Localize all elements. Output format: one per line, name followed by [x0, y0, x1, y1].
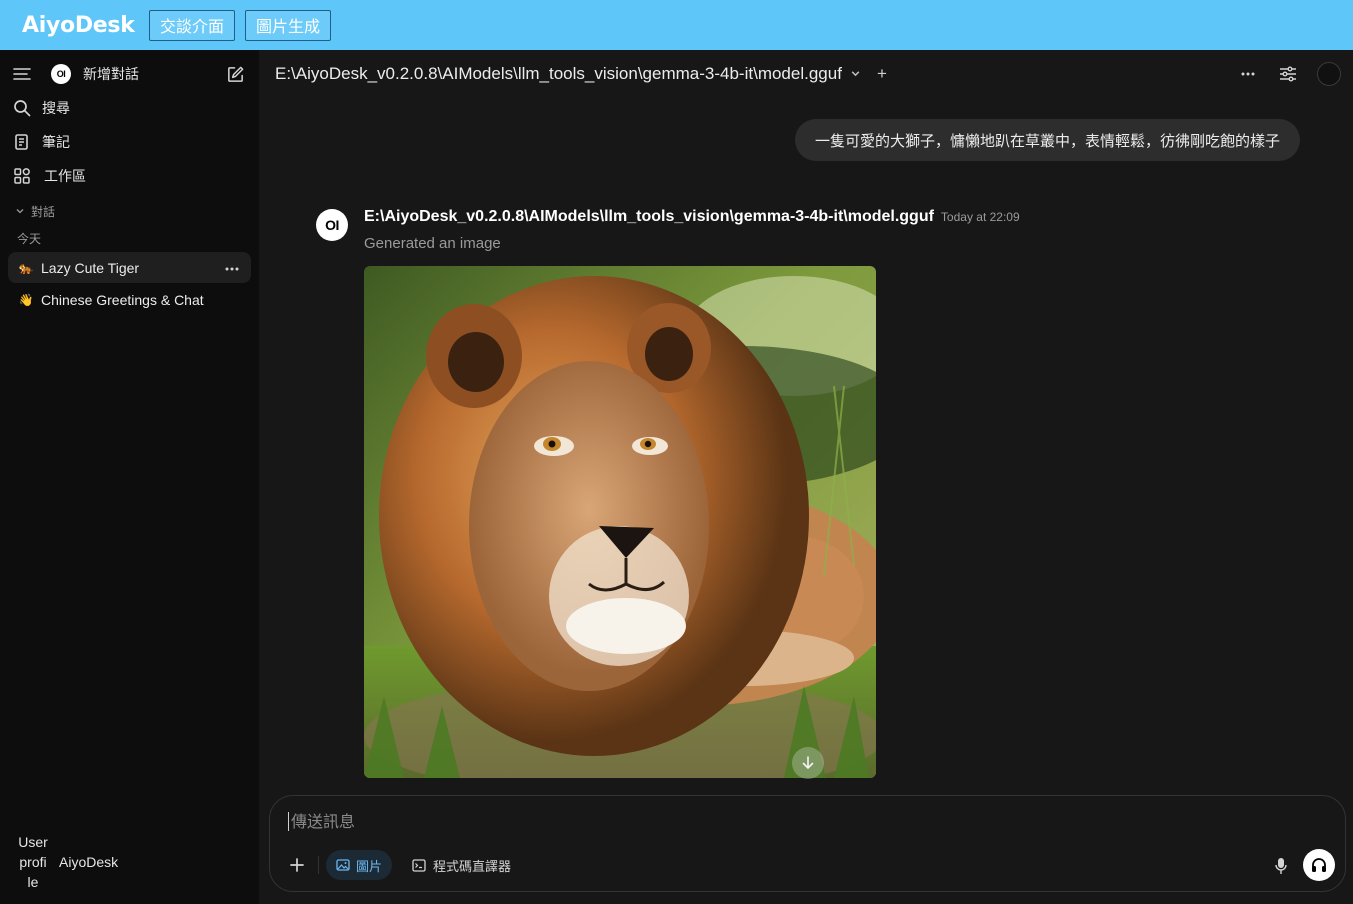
image-toggle-button[interactable]: 圖片: [326, 850, 393, 880]
user-message: 一隻可愛的大獅子，慵懶地趴在草叢中，表情輕鬆，彷彿剛吃飽的樣子: [794, 119, 1300, 161]
avatar: User profi le: [16, 832, 50, 892]
chevron-down-icon: [850, 64, 861, 84]
message-composer: 圖片 程式碼直譯器: [269, 795, 1346, 892]
message-input[interactable]: [288, 812, 1188, 831]
add-attachment-button[interactable]: [286, 854, 308, 876]
assistant-avatar: OI: [316, 209, 348, 241]
plus-icon: [290, 858, 304, 872]
divider: [318, 856, 319, 874]
voice-mode-button[interactable]: [1303, 849, 1335, 881]
profile-avatar[interactable]: [1317, 62, 1341, 86]
chat-emoji: 🐅: [18, 260, 34, 275]
controls-sliders-icon[interactable]: [1277, 63, 1299, 85]
sidebar-item-workspace[interactable]: 工作區: [12, 166, 86, 186]
user-menu[interactable]: User profi le AiyoDesk: [16, 832, 118, 892]
avatar-alt-text: le: [27, 874, 39, 890]
message-timestamp: Today at 22:09: [940, 210, 1020, 224]
grid-icon: [12, 166, 32, 186]
scroll-to-bottom-button[interactable]: [792, 747, 824, 779]
sidebar-item-label: 搜尋: [42, 100, 70, 116]
chat-title: Chinese Greetings & Chat: [41, 291, 204, 308]
more-options-icon[interactable]: [225, 258, 239, 274]
code-interpreter-button[interactable]: 程式碼直譯器: [412, 850, 511, 880]
app-topbar: AiyoDesk 交談介面 圖片生成: [0, 0, 1353, 50]
image-toggle-label: 圖片: [356, 858, 383, 874]
sidebar-item-label: 筆記: [42, 134, 70, 150]
today-label: 今天: [17, 232, 42, 246]
search-icon: [12, 98, 32, 118]
chat-emoji: 👋: [18, 292, 34, 307]
chat-item[interactable]: 🐅 Lazy Cute Tiger: [8, 252, 251, 283]
chat-title: Lazy Cute Tiger: [41, 259, 140, 276]
dictate-button[interactable]: [1271, 855, 1291, 877]
conversations-label: 對話: [31, 205, 56, 219]
code-interpreter-label: 程式碼直譯器: [433, 858, 512, 874]
sidebar-item-label: 工作區: [44, 168, 86, 184]
header-actions: [1237, 62, 1341, 86]
add-model-button[interactable]: +: [877, 64, 887, 84]
chat-item[interactable]: 👋 Chinese Greetings & Chat: [8, 284, 251, 315]
new-chat-button[interactable]: [225, 64, 245, 84]
arrow-down-icon: [802, 756, 814, 770]
chat-interface-button[interactable]: 交談介面: [149, 9, 236, 41]
openwebui-logo: OI: [51, 64, 71, 84]
terminal-icon: [412, 858, 426, 872]
avatar-alt-text: profi: [19, 854, 47, 870]
assistant-header: E:\AiyoDesk_v0.2.0.8\AIModels\llm_tools_…: [364, 208, 1020, 226]
more-options-icon[interactable]: [1237, 63, 1259, 85]
user-name: AiyoDesk: [59, 854, 119, 870]
model-path: E:\AiyoDesk_v0.2.0.8\AIModels\llm_tools_…: [275, 64, 842, 83]
menu-icon: [12, 64, 32, 84]
image-generation-button[interactable]: 圖片生成: [245, 9, 332, 41]
conversations-section-toggle[interactable]: 對話: [15, 203, 55, 220]
model-selector[interactable]: E:\AiyoDesk_v0.2.0.8\AIModels\llm_tools_…: [275, 64, 887, 84]
new-chat-item[interactable]: OI 新增對話: [51, 64, 139, 84]
sidebar: OI 新增對話 搜尋 筆記 工作區 對話 今天 🐅 Lazy Cute Tige…: [0, 50, 259, 904]
new-chat-label: 新增對話: [83, 66, 139, 82]
main-panel: E:\AiyoDesk_v0.2.0.8\AIModels\llm_tools_…: [259, 50, 1353, 904]
avatar-alt-text: User: [18, 834, 48, 850]
microphone-icon: [1275, 858, 1287, 874]
generated-image[interactable]: [364, 266, 876, 778]
chevron-down-icon: [15, 205, 25, 219]
sidebar-item-search[interactable]: 搜尋: [12, 98, 70, 118]
edit-icon: [225, 64, 245, 84]
assistant-status: Generated an image: [364, 235, 501, 252]
image-icon: [336, 859, 350, 871]
brand-logo: AiyoDesk: [22, 12, 135, 38]
notes-icon: [12, 132, 32, 152]
sidebar-toggle-button[interactable]: [12, 64, 32, 84]
sidebar-item-notes[interactable]: 筆記: [12, 132, 70, 152]
headphones-icon: [1312, 858, 1326, 872]
assistant-model-name: E:\AiyoDesk_v0.2.0.8\AIModels\llm_tools_…: [364, 208, 934, 225]
